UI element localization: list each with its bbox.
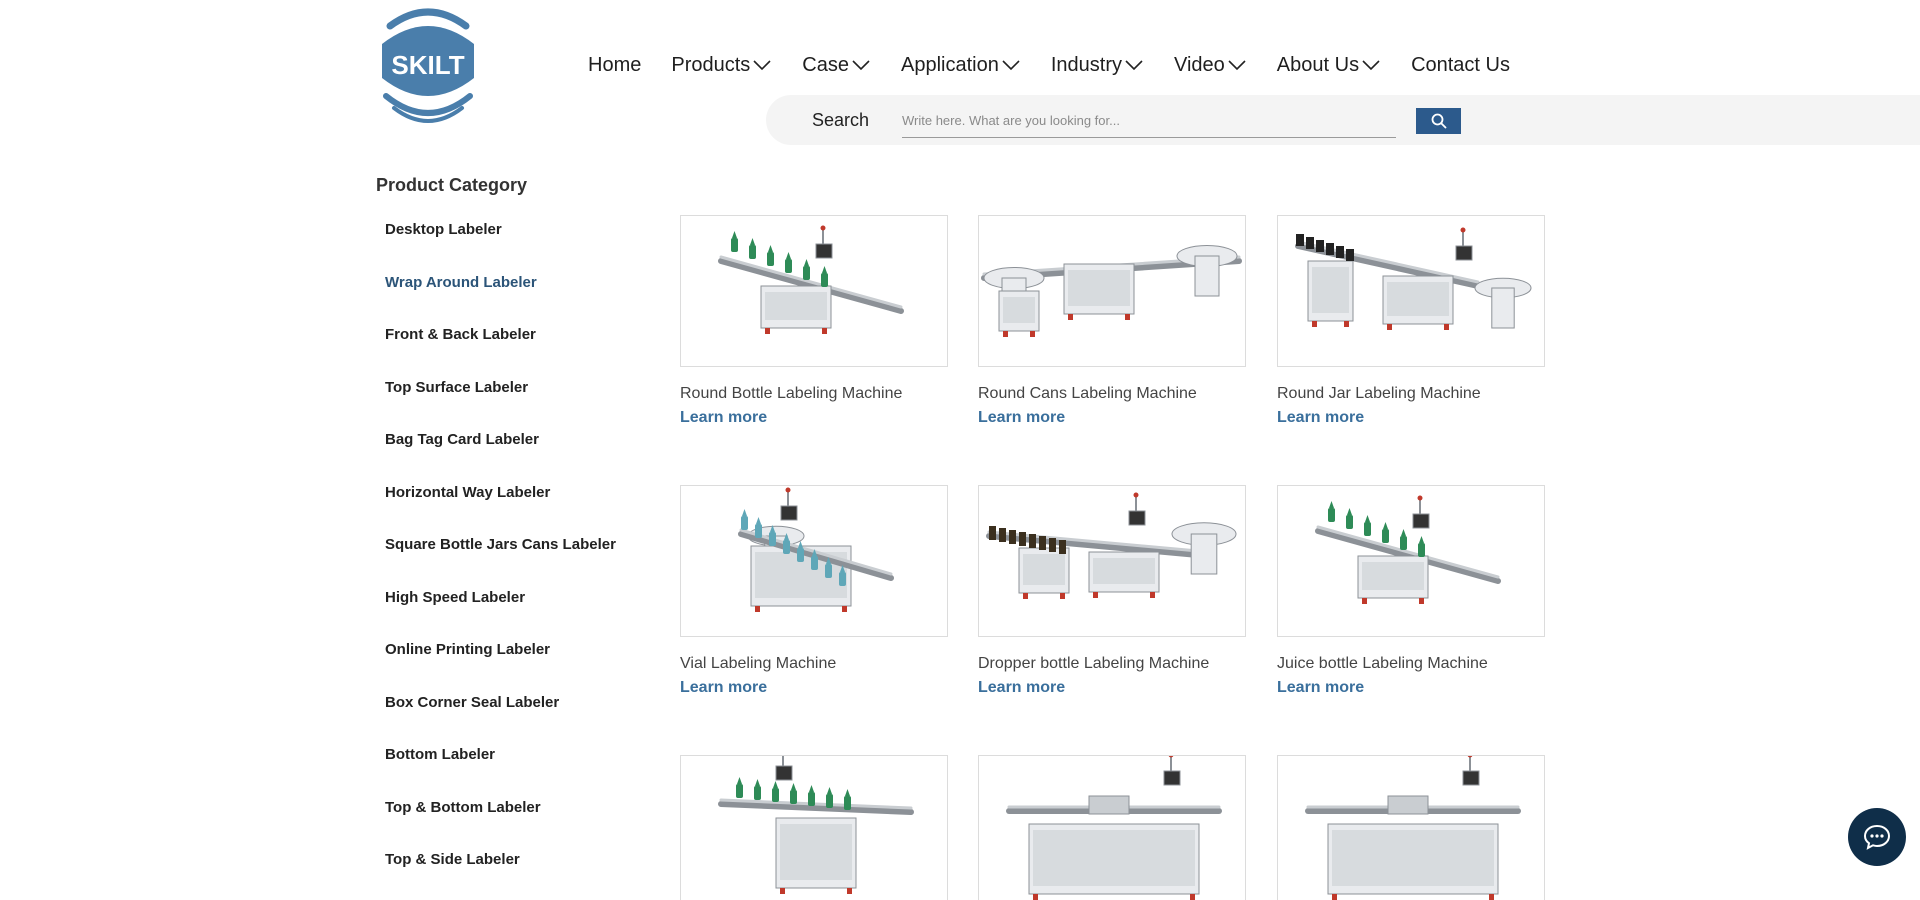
product-image[interactable] <box>680 485 948 637</box>
category-item[interactable]: High Speed Labeler <box>385 589 616 642</box>
category-item[interactable]: Wrap Around Labeler <box>385 274 616 327</box>
main-nav: Home Products Case Application Industry Video… <box>588 50 1510 80</box>
product-card: Round Bottle Labeling Machine Learn more <box>680 215 948 427</box>
category-item[interactable]: Front & Back Labeler <box>385 326 616 379</box>
nav-item-video[interactable]: Video <box>1174 54 1247 77</box>
product-image[interactable] <box>680 755 948 900</box>
product-card: Vial Labeling Machine Learn more <box>680 485 948 697</box>
product-card <box>1277 755 1545 900</box>
category-item[interactable]: Online Printing Labeler <box>385 641 616 694</box>
product-card <box>978 755 1246 900</box>
product-card: Round Jar Labeling Machine Learn more <box>1277 215 1545 427</box>
product-card: Juice bottle Labeling Machine Learn more <box>1277 485 1545 697</box>
nav-item-label: Products <box>671 53 751 76</box>
learn-more-link[interactable]: Learn more <box>978 409 1246 427</box>
chevron-down-icon <box>753 60 771 71</box>
product-name: Dropper bottle Labeling Machine <box>978 655 1210 672</box>
category-item[interactable]: Horizontal Way Labeler <box>385 484 616 537</box>
nav-item-label: Contact Us <box>1411 53 1510 76</box>
nav-item-industry[interactable]: Industry <box>1051 54 1144 77</box>
nav-item-label: Application <box>901 53 999 76</box>
category-item[interactable]: Box Corner Seal Labeler <box>385 694 616 747</box>
product-image[interactable] <box>978 215 1246 367</box>
category-item[interactable]: Bottom Labeler <box>385 746 616 799</box>
chevron-down-icon <box>852 60 870 71</box>
product-image[interactable] <box>1277 755 1545 900</box>
search-icon <box>1431 113 1446 129</box>
search-input[interactable] <box>902 104 1396 138</box>
svg-text:SKILT: SKILT <box>391 50 464 80</box>
nav-item-contact-us[interactable]: Contact Us <box>1411 54 1510 77</box>
nav-item-label: About Us <box>1276 53 1360 76</box>
nav-item-label: Industry <box>1050 53 1122 76</box>
product-image[interactable] <box>1277 215 1545 367</box>
learn-more-link[interactable]: Learn more <box>1277 409 1545 427</box>
learn-more-link[interactable]: Learn more <box>978 679 1246 697</box>
product-card: Round Cans Labeling Machine Learn more <box>978 215 1246 427</box>
chat-widget-button[interactable] <box>1848 808 1906 866</box>
chevron-down-icon <box>1125 60 1143 71</box>
nav-item-application[interactable]: Application <box>901 54 1021 77</box>
product-image[interactable] <box>978 755 1246 900</box>
nav-item-home[interactable]: Home <box>588 54 641 77</box>
product-image[interactable] <box>1277 485 1545 637</box>
product-category-title: Product Category <box>376 175 528 195</box>
learn-more-link[interactable]: Learn more <box>1277 679 1545 697</box>
product-name: Juice bottle Labeling Machine <box>1277 655 1488 672</box>
chevron-down-icon <box>1362 60 1380 71</box>
learn-more-link[interactable]: Learn more <box>680 679 948 697</box>
nav-item-products[interactable]: Products <box>671 54 772 77</box>
product-card: Dropper bottle Labeling Machine Learn mor… <box>978 485 1246 697</box>
skilt-logo-icon: SKILT <box>382 8 474 123</box>
product-name: Round Bottle Labeling Machine <box>680 385 903 402</box>
product-name: Vial Labeling Machine <box>680 655 837 672</box>
chevron-down-icon <box>1002 60 1020 71</box>
category-item[interactable]: Square Bottle Jars Cans Labeler <box>385 536 616 589</box>
product-card <box>680 755 948 900</box>
product-name: Round Jar Labeling Machine <box>1277 385 1481 402</box>
nav-item-label: Video <box>1174 53 1225 76</box>
learn-more-link[interactable]: Learn more <box>680 409 948 427</box>
chat-bubble-icon <box>1863 824 1891 850</box>
category-item[interactable]: Top Surface Labeler <box>385 379 616 432</box>
nav-item-case[interactable]: Case <box>802 54 871 77</box>
chevron-down-icon <box>1228 60 1246 71</box>
category-list: Desktop Labeler Wrap Around Labeler Front … <box>385 221 616 900</box>
category-item[interactable]: Bag Tag Card Labeler <box>385 431 616 484</box>
category-item[interactable]: Desktop Labeler <box>385 221 616 274</box>
category-item[interactable]: Top & Bottom Labeler <box>385 799 616 852</box>
nav-item-label: Home <box>588 53 642 76</box>
product-image[interactable] <box>978 485 1246 637</box>
nav-item-about-us[interactable]: About Us <box>1277 54 1381 77</box>
search-button[interactable] <box>1416 108 1461 134</box>
product-name: Round Cans Labeling Machine <box>978 385 1197 402</box>
site-logo[interactable]: SKILT <box>376 4 480 128</box>
category-item[interactable]: Top & Side Labeler <box>385 851 616 900</box>
nav-item-label: Case <box>802 53 849 76</box>
search-label: Search <box>812 110 870 130</box>
product-image[interactable] <box>680 215 948 367</box>
